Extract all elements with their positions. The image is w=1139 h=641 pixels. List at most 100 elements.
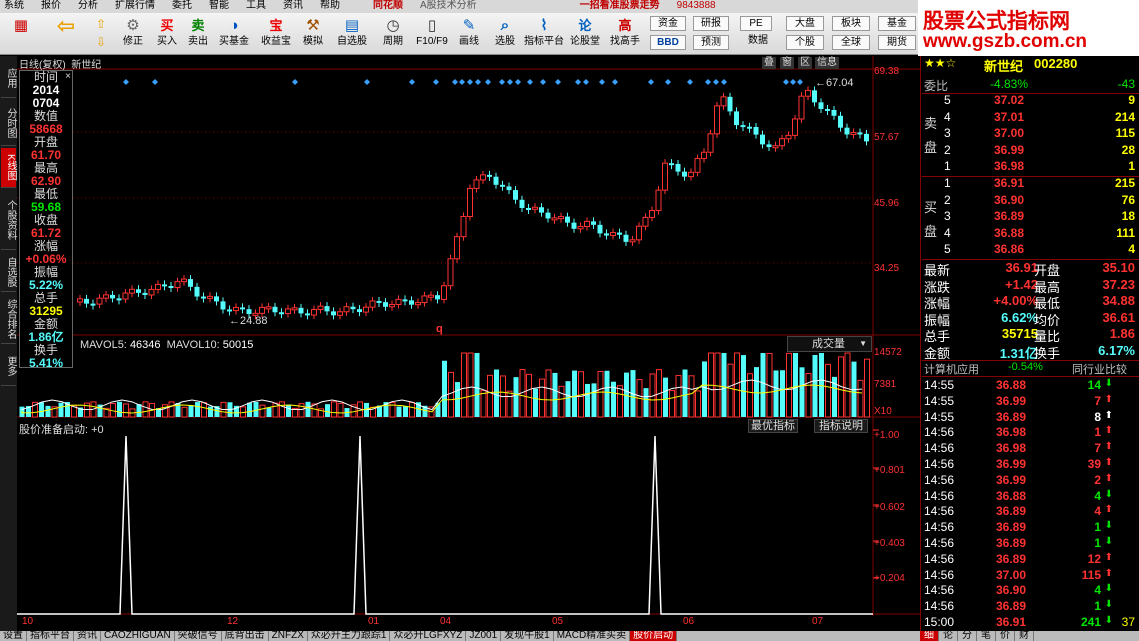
volume-bar xyxy=(572,370,577,417)
volume-bar xyxy=(448,371,454,418)
arrow-down-icon: ⬇ xyxy=(1104,583,1113,595)
candle xyxy=(142,292,148,295)
candle xyxy=(233,306,239,312)
x-axis-label: 01 xyxy=(368,616,380,627)
indicator-help-button[interactable]: 指标说明 xyxy=(814,419,868,433)
candle xyxy=(279,312,284,315)
bottom-tab[interactable]: MACD精准买卖 xyxy=(554,631,631,641)
level-price: 37.01 xyxy=(994,109,1025,124)
sell-level-row[interactable]: 5 37.02 9 xyxy=(922,93,1139,110)
volume-bar xyxy=(844,352,851,418)
level-number: 2 xyxy=(944,192,951,207)
volume-bar xyxy=(734,352,740,418)
candle xyxy=(473,179,480,189)
overlay-button[interactable]: 叠 xyxy=(762,57,776,69)
bottom-tab[interactable]: CAOZHIGUAN xyxy=(101,631,175,641)
sell-level-row[interactable]: 1 36.98 1 xyxy=(922,159,1139,176)
window-button[interactable]: 窗 xyxy=(780,57,794,69)
quote-bottom-tab[interactable]: 细 xyxy=(920,631,939,641)
kline-chart[interactable]: q xyxy=(0,0,920,631)
level-number: 2 xyxy=(944,142,951,157)
arrow-up-icon: ⬆ xyxy=(1104,409,1113,421)
level-volume: 115 xyxy=(1115,126,1135,141)
buy-level-row[interactable]: 4 36.88 111 xyxy=(922,226,1139,243)
candle xyxy=(402,299,408,302)
tick-row: 14:56 36.89 1 ⬇ xyxy=(924,536,1113,550)
volume-bar xyxy=(506,390,513,418)
arrow-up-icon: ⬆ xyxy=(1104,504,1113,516)
quote-stat-row: 金额 1.31亿 换手 6.17% xyxy=(924,343,1135,361)
candle xyxy=(766,144,772,148)
candle xyxy=(240,307,245,310)
indicator-axis-label: +0.602 xyxy=(874,502,905,513)
info-button[interactable]: 信息 xyxy=(815,57,839,69)
bottom-tab[interactable]: 资讯 xyxy=(74,631,101,641)
volume-bar xyxy=(305,401,311,417)
candle xyxy=(415,302,421,306)
level-volume: 76 xyxy=(1121,192,1135,207)
volume-bar xyxy=(585,383,590,417)
sell-level-row[interactable]: 2 36.99 28 xyxy=(922,143,1139,160)
quote-bottom-tab[interactable]: 价 xyxy=(996,631,1015,641)
candle xyxy=(480,174,486,181)
bottom-tab[interactable]: 股价启动 xyxy=(630,631,678,641)
range-button[interactable]: 区 xyxy=(798,57,812,69)
candle xyxy=(629,239,636,243)
candle xyxy=(201,296,206,299)
volume-bar xyxy=(201,402,207,418)
candle xyxy=(747,126,752,129)
signal-diamond-icon xyxy=(123,79,129,85)
candle xyxy=(291,307,298,311)
signal-diamond-icon xyxy=(599,79,605,85)
level-price: 36.99 xyxy=(994,142,1025,157)
bottom-tab[interactable]: 发现牛股1 xyxy=(501,631,554,641)
candle xyxy=(617,232,622,235)
quote-bottom-tab[interactable]: 财 xyxy=(1015,631,1034,641)
buy-level-row[interactable]: 3 36.89 18 xyxy=(922,209,1139,226)
volume-bar xyxy=(558,385,565,418)
arrow-down-icon: ⬇ xyxy=(1104,520,1113,532)
sell-level-row[interactable]: 4 37.01 214 xyxy=(922,110,1139,127)
bottom-tab[interactable]: 指标平台 xyxy=(27,631,74,641)
volume-bar xyxy=(409,401,415,418)
level-price: 36.88 xyxy=(994,225,1025,240)
candle xyxy=(96,297,103,305)
close-icon[interactable]: × xyxy=(65,70,71,83)
buy-level-row[interactable]: 5 36.86 4 xyxy=(922,242,1139,259)
bottom-tab[interactable]: 众必升LGFXYZ xyxy=(390,631,467,641)
bottom-tab[interactable]: JZ001 xyxy=(466,631,502,641)
sell-level-row[interactable]: 3 37.00 115 xyxy=(922,126,1139,143)
signal-diamond-icon xyxy=(452,79,458,85)
volume-bar xyxy=(286,404,291,417)
best-indicator-button[interactable]: 最优指标 xyxy=(748,419,798,433)
candle xyxy=(376,300,382,303)
quote-bottom-tab[interactable]: 分 xyxy=(958,631,977,641)
candle xyxy=(90,303,96,306)
bottom-tab[interactable]: 底背出击 xyxy=(222,631,269,641)
bottom-tab[interactable]: 众必升主力跟踪1 xyxy=(308,631,391,641)
buy-level-row[interactable]: 1 36.91 215 xyxy=(922,176,1139,193)
quote-bottom-tab[interactable]: 论 xyxy=(939,631,958,641)
candle xyxy=(363,306,369,313)
volume-bar xyxy=(819,353,824,417)
bottom-tab[interactable]: 突破信号 xyxy=(175,631,222,641)
chart-title: 日线(复权) 新世纪 xyxy=(19,60,102,71)
candle xyxy=(168,286,174,289)
volume-bar xyxy=(714,352,721,418)
tick-row: 14:56 36.90 4 ⬇ xyxy=(924,583,1113,598)
buy-level-row[interactable]: 2 36.90 76 xyxy=(922,193,1139,210)
level-number: 5 xyxy=(944,93,951,107)
volume-bar xyxy=(461,352,467,418)
level-number: 4 xyxy=(944,225,951,240)
indicator-line xyxy=(17,435,873,615)
signal-diamond-icon xyxy=(364,79,370,85)
quote-bottom-tab[interactable]: 笔 xyxy=(977,631,996,641)
volume-indicator-select[interactable]: 成交量 ▼ xyxy=(787,336,872,352)
candle xyxy=(805,89,811,97)
indicator-axis-label: +1.00 xyxy=(874,430,900,441)
bottom-tab[interactable]: ZNFZX xyxy=(269,631,308,641)
level-number: 4 xyxy=(944,109,951,124)
volume-bar xyxy=(513,377,519,417)
volume-axis-label: X10 xyxy=(874,406,892,417)
bottom-tab[interactable]: 设置 xyxy=(0,631,27,641)
